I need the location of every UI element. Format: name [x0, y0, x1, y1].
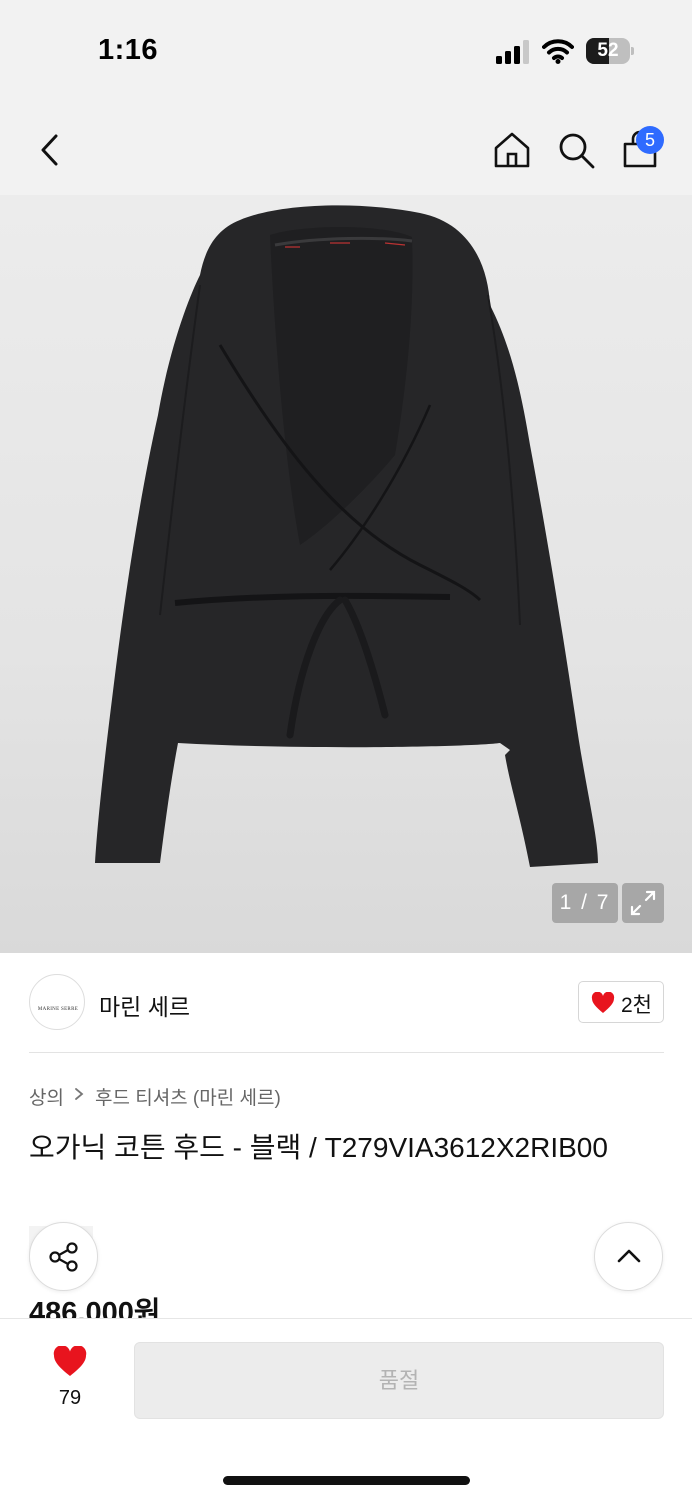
chevron-right-icon — [75, 1087, 84, 1100]
expand-icon — [630, 890, 656, 916]
status-bar: 1:16 52 — [0, 0, 692, 100]
wishlist-heart-icon[interactable] — [52, 1346, 88, 1378]
heart-icon — [591, 992, 615, 1013]
battery-indicator: 52 — [586, 38, 634, 64]
share-icon — [49, 1242, 78, 1272]
scroll-to-top-button[interactable] — [594, 1222, 663, 1291]
breadcrumb-subcategory[interactable]: 후드 티셔츠 (마린 세르) — [95, 1083, 281, 1110]
brand-like-button[interactable]: 2천 — [578, 981, 664, 1023]
brand-like-count: 2천 — [621, 994, 652, 1017]
product-title: 오가닉 코튼 후드 - 블랙 / T279VIA3612X2RIB00 — [29, 1132, 608, 1163]
product-image[interactable] — [0, 195, 692, 953]
chevron-up-icon — [617, 1249, 641, 1263]
search-icon[interactable] — [554, 128, 598, 172]
divider — [29, 1052, 664, 1053]
expand-image-button[interactable] — [622, 883, 664, 923]
brand-logo[interactable]: MARINE SERRE — [29, 974, 85, 1030]
hoodie-illustration — [95, 205, 598, 867]
status-time: 1:16 — [98, 34, 159, 66]
sold-out-button[interactable]: 품절 — [134, 1342, 664, 1419]
wifi-icon — [542, 39, 574, 64]
home-indicator — [223, 1476, 470, 1485]
cart-count-badge: 5 — [636, 126, 664, 154]
moon-logo-icon — [54, 995, 62, 999]
brand-logo-text: MARINE SERRE — [37, 1007, 79, 1012]
wishlist-count: 79 — [58, 1387, 82, 1409]
share-button[interactable] — [29, 1222, 98, 1291]
brand-name[interactable]: 마린 세르 — [99, 988, 190, 1022]
breadcrumb: 상의 후드 티셔츠 (마린 세르) — [29, 1083, 281, 1109]
cellular-signal-icon — [496, 40, 529, 64]
breadcrumb-category[interactable]: 상의 — [29, 1083, 64, 1110]
chevron-left-icon[interactable] — [34, 130, 66, 170]
battery-level: 52 — [597, 40, 619, 61]
image-counter: 1 / 7 — [552, 883, 618, 923]
nav-bar — [0, 100, 692, 195]
home-icon[interactable] — [490, 128, 534, 172]
